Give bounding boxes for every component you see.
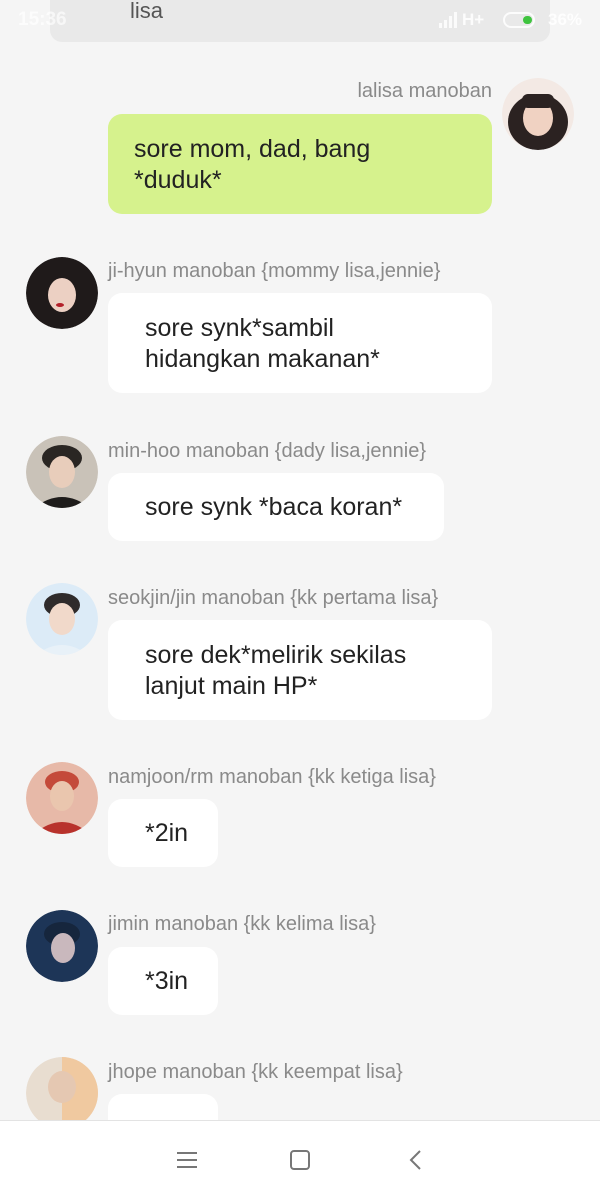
- status-bar: 15:36 H+ 36%: [0, 0, 600, 42]
- sender-name: seokjin/jin manoban {kk pertama lisa}: [108, 587, 439, 609]
- status-time: 15:36: [18, 9, 67, 30]
- message-text: sore mom, dad, bang *duduk*: [134, 135, 371, 194]
- message-bubble[interactable]: sore mom, dad, bang *duduk*: [108, 114, 492, 214]
- sender-name: namjoon/rm manoban {kk ketiga lisa}: [108, 766, 436, 788]
- sender-name: jhope manoban {kk keempat lisa}: [108, 1061, 403, 1083]
- sender-name: lalisa manoban: [357, 80, 492, 102]
- menu-icon[interactable]: [176, 1149, 198, 1171]
- avatar[interactable]: [26, 910, 98, 982]
- message-text: sore synk *baca koran*: [145, 493, 403, 521]
- avatar[interactable]: [26, 257, 98, 329]
- back-chevron-icon[interactable]: [405, 1149, 427, 1171]
- battery-icon: [503, 12, 535, 28]
- message-text: *3in: [145, 967, 189, 995]
- message-text: sore dek*melirik sekilas lanjut main HP*: [145, 641, 407, 700]
- battery-level: 36%: [548, 10, 583, 29]
- message-bubble[interactable]: sore synk *baca koran*: [108, 473, 444, 541]
- sender-name: jimin manoban {kk kelima lisa}: [108, 913, 376, 935]
- network-type: H+: [462, 10, 485, 29]
- sender-name: ji-hyun manoban {mommy lisa,jennie}: [108, 260, 441, 282]
- message-text: *2in: [145, 819, 189, 847]
- sender-name: min-hoo manoban {dady lisa,jennie}: [108, 440, 426, 462]
- message-bubble[interactable]: *2in: [108, 799, 218, 867]
- message-text: sore synk*sambil hidangkan makanan*: [145, 314, 380, 373]
- message-bubble[interactable]: sore synk*sambil hidangkan makanan*: [108, 293, 492, 393]
- avatar[interactable]: [26, 1057, 98, 1129]
- navigation-bar: [0, 1120, 600, 1201]
- message-bubble[interactable]: *3in: [108, 947, 218, 1015]
- signal-icon: [439, 12, 457, 28]
- avatar[interactable]: [502, 78, 574, 150]
- avatar[interactable]: [26, 583, 98, 655]
- avatar[interactable]: [26, 436, 98, 508]
- message-bubble[interactable]: sore dek*melirik sekilas lanjut main HP*: [108, 620, 492, 720]
- avatar[interactable]: [26, 762, 98, 834]
- home-square-icon[interactable]: [289, 1149, 311, 1171]
